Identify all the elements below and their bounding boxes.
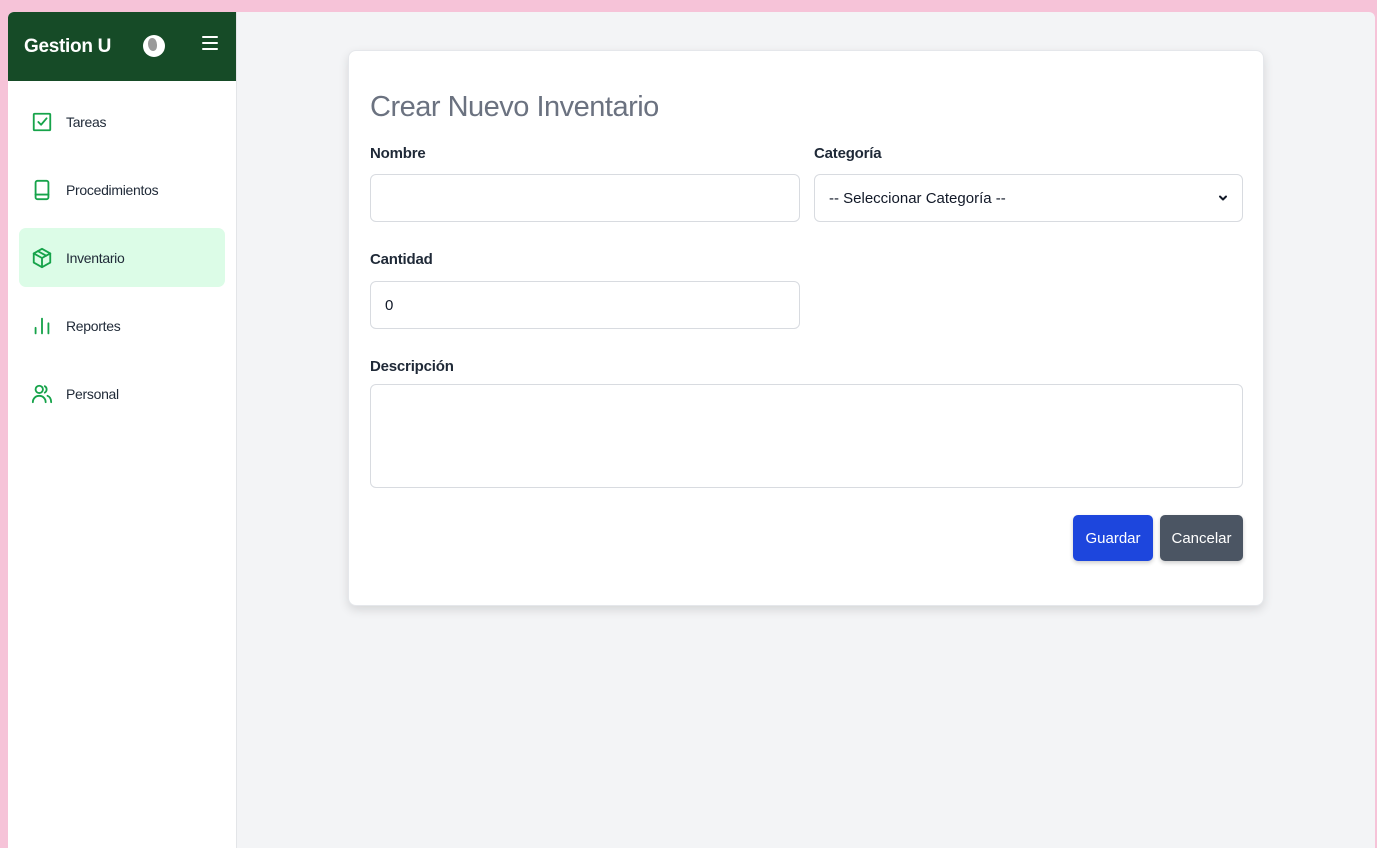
users-icon (31, 384, 53, 403)
save-button[interactable]: Guardar (1073, 515, 1153, 561)
nombre-label: Nombre (370, 145, 426, 162)
checkbox-icon (32, 112, 52, 131)
sidebar-item-label: Reportes (66, 317, 121, 334)
sidebar-item-label: Personal (66, 385, 119, 402)
cancel-button[interactable]: Cancelar (1160, 515, 1243, 561)
nombre-input[interactable] (370, 174, 800, 222)
categoria-label: Categoría (814, 145, 882, 162)
book-icon (34, 179, 50, 200)
sidebar-item-personal[interactable]: Personal (19, 364, 225, 423)
sidebar-item-procedimientos[interactable]: Procedimientos (19, 160, 225, 219)
globe-icon (143, 35, 165, 57)
cantidad-label: Cantidad (370, 251, 433, 268)
sidebar-item-inventario[interactable]: Inventario (19, 228, 225, 287)
sidebar-item-label: Procedimientos (66, 181, 159, 198)
sidebar-item-label: Inventario (66, 249, 125, 266)
bar-chart-icon (34, 317, 50, 334)
sidebar-item-tareas[interactable]: Tareas (19, 92, 225, 151)
categoria-select[interactable]: -- Seleccionar Categoría -- (814, 174, 1243, 222)
sidebar-nav: Tareas Procedimientos Inventario Reporte… (8, 81, 236, 443)
page-title: Crear Nuevo Inventario (370, 91, 659, 123)
sidebar-item-reportes[interactable]: Reportes (19, 296, 225, 355)
inventory-form-card: Crear Nuevo Inventario Nombre Categoría … (348, 50, 1264, 606)
cantidad-input[interactable] (370, 281, 800, 329)
sidebar-header: Gestion U (8, 12, 236, 81)
sidebar-item-label: Tareas (66, 113, 107, 130)
app-window: Gestion U Tareas Procedimientos Inventar… (8, 12, 1375, 848)
hamburger-menu-icon[interactable] (202, 36, 218, 52)
categoria-selected-value: -- Seleccionar Categoría -- (829, 189, 1006, 207)
box-icon (32, 247, 52, 268)
app-title: Gestion U (24, 35, 112, 57)
sidebar: Gestion U Tareas Procedimientos Inventar… (8, 12, 237, 848)
descripcion-textarea[interactable] (370, 384, 1243, 488)
chevron-down-icon (1219, 195, 1227, 201)
descripcion-label: Descripción (370, 358, 454, 375)
